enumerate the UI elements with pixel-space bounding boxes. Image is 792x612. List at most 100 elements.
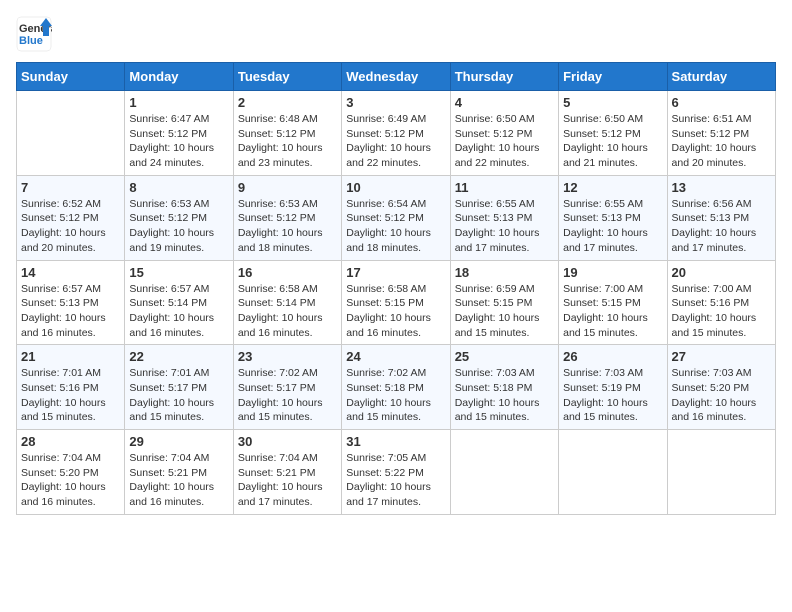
day-number: 11 bbox=[455, 180, 554, 195]
day-cell: 5 Sunrise: 6:50 AM Sunset: 5:12 PM Daylig… bbox=[559, 91, 667, 176]
day-cell: 16 Sunrise: 6:58 AM Sunset: 5:14 PM Dayli… bbox=[233, 260, 341, 345]
svg-text:Blue: Blue bbox=[19, 35, 43, 47]
day-cell: 29 Sunrise: 7:04 AM Sunset: 5:21 PM Dayli… bbox=[125, 430, 233, 515]
day-cell: 6 Sunrise: 6:51 AM Sunset: 5:12 PM Daylig… bbox=[667, 91, 775, 176]
day-info: Sunrise: 7:02 AM Sunset: 5:18 PM Dayligh… bbox=[346, 366, 445, 425]
day-cell bbox=[559, 430, 667, 515]
day-info: Sunrise: 7:04 AM Sunset: 5:20 PM Dayligh… bbox=[21, 451, 120, 510]
day-cell: 25 Sunrise: 7:03 AM Sunset: 5:18 PM Dayli… bbox=[450, 345, 558, 430]
day-cell: 4Sunrise: 6:50 AM Sunset: 5:12 PM Daylig… bbox=[450, 91, 558, 176]
day-number: 4 bbox=[455, 95, 554, 110]
day-number: 17 bbox=[346, 265, 445, 280]
day-number: 6 bbox=[672, 95, 771, 110]
day-number: 14 bbox=[21, 265, 120, 280]
day-number: 18 bbox=[455, 265, 554, 280]
day-cell: 17 Sunrise: 6:58 AM Sunset: 5:15 PM Dayli… bbox=[342, 260, 450, 345]
day-info: Sunrise: 7:02 AM Sunset: 5:17 PM Dayligh… bbox=[238, 366, 337, 425]
day-cell: 8 Sunrise: 6:53 AM Sunset: 5:12 PM Daylig… bbox=[125, 175, 233, 260]
day-info: Sunrise: 7:04 AM Sunset: 5:21 PM Dayligh… bbox=[238, 451, 337, 510]
day-number: 30 bbox=[238, 434, 337, 449]
header-row: SundayMondayTuesdayWednesdayThursdayFrid… bbox=[17, 63, 776, 91]
day-cell: 9 Sunrise: 6:53 AM Sunset: 5:12 PM Daylig… bbox=[233, 175, 341, 260]
day-info: Sunrise: 6:53 AM Sunset: 5:12 PM Dayligh… bbox=[129, 197, 228, 256]
day-cell: 20Sunrise: 7:00 AM Sunset: 5:16 PM Dayli… bbox=[667, 260, 775, 345]
day-cell: 15Sunrise: 6:57 AM Sunset: 5:14 PM Dayli… bbox=[125, 260, 233, 345]
day-info: Sunrise: 7:03 AM Sunset: 5:18 PM Dayligh… bbox=[455, 366, 554, 425]
day-info: Sunrise: 6:55 AM Sunset: 5:13 PM Dayligh… bbox=[455, 197, 554, 256]
day-info: Sunrise: 7:01 AM Sunset: 5:17 PM Dayligh… bbox=[129, 366, 228, 425]
day-info: Sunrise: 6:55 AM Sunset: 5:13 PM Dayligh… bbox=[563, 197, 662, 256]
day-cell: 1Sunrise: 6:47 AM Sunset: 5:12 PM Daylig… bbox=[125, 91, 233, 176]
day-cell: 14 Sunrise: 6:57 AM Sunset: 5:13 PM Dayli… bbox=[17, 260, 125, 345]
header-cell-sunday: Sunday bbox=[17, 63, 125, 91]
header-cell-tuesday: Tuesday bbox=[233, 63, 341, 91]
day-info: Sunrise: 6:48 AM Sunset: 5:12 PM Dayligh… bbox=[238, 112, 337, 171]
day-info: Sunrise: 6:52 AM Sunset: 5:12 PM Dayligh… bbox=[21, 197, 120, 256]
day-info: Sunrise: 7:01 AM Sunset: 5:16 PM Dayligh… bbox=[21, 366, 120, 425]
day-cell: 12 Sunrise: 6:55 AM Sunset: 5:13 PM Dayli… bbox=[559, 175, 667, 260]
day-number: 23 bbox=[238, 349, 337, 364]
week-row-2: 7 Sunrise: 6:52 AM Sunset: 5:12 PM Daylig… bbox=[17, 175, 776, 260]
header-cell-friday: Friday bbox=[559, 63, 667, 91]
week-row-5: 28Sunrise: 7:04 AM Sunset: 5:20 PM Dayli… bbox=[17, 430, 776, 515]
day-cell bbox=[667, 430, 775, 515]
day-cell: 30 Sunrise: 7:04 AM Sunset: 5:21 PM Dayli… bbox=[233, 430, 341, 515]
day-info: Sunrise: 7:05 AM Sunset: 5:22 PM Dayligh… bbox=[346, 451, 445, 510]
day-number: 7 bbox=[21, 180, 120, 195]
day-number: 24 bbox=[346, 349, 445, 364]
day-number: 1 bbox=[129, 95, 228, 110]
week-row-1: 1Sunrise: 6:47 AM Sunset: 5:12 PM Daylig… bbox=[17, 91, 776, 176]
day-cell: 7 Sunrise: 6:52 AM Sunset: 5:12 PM Daylig… bbox=[17, 175, 125, 260]
calendar-table: SundayMondayTuesdayWednesdayThursdayFrid… bbox=[16, 62, 776, 515]
day-cell bbox=[450, 430, 558, 515]
day-info: Sunrise: 6:59 AM Sunset: 5:15 PM Dayligh… bbox=[455, 282, 554, 341]
day-info: Sunrise: 7:04 AM Sunset: 5:21 PM Dayligh… bbox=[129, 451, 228, 510]
day-cell: 18 Sunrise: 6:59 AM Sunset: 5:15 PM Dayli… bbox=[450, 260, 558, 345]
day-cell: 21Sunrise: 7:01 AM Sunset: 5:16 PM Dayli… bbox=[17, 345, 125, 430]
day-number: 29 bbox=[129, 434, 228, 449]
day-cell: 22 Sunrise: 7:01 AM Sunset: 5:17 PM Dayli… bbox=[125, 345, 233, 430]
day-number: 16 bbox=[238, 265, 337, 280]
day-cell: 2 Sunrise: 6:48 AM Sunset: 5:12 PM Daylig… bbox=[233, 91, 341, 176]
header-cell-thursday: Thursday bbox=[450, 63, 558, 91]
day-number: 8 bbox=[129, 180, 228, 195]
day-cell: 24 Sunrise: 7:02 AM Sunset: 5:18 PM Dayli… bbox=[342, 345, 450, 430]
day-info: Sunrise: 7:03 AM Sunset: 5:20 PM Dayligh… bbox=[672, 366, 771, 425]
day-cell: 10Sunrise: 6:54 AM Sunset: 5:12 PM Dayli… bbox=[342, 175, 450, 260]
day-number: 9 bbox=[238, 180, 337, 195]
header-cell-monday: Monday bbox=[125, 63, 233, 91]
day-number: 15 bbox=[129, 265, 228, 280]
day-number: 31 bbox=[346, 434, 445, 449]
day-number: 22 bbox=[129, 349, 228, 364]
week-row-3: 14 Sunrise: 6:57 AM Sunset: 5:13 PM Dayli… bbox=[17, 260, 776, 345]
day-number: 5 bbox=[563, 95, 662, 110]
day-number: 25 bbox=[455, 349, 554, 364]
day-number: 12 bbox=[563, 180, 662, 195]
day-cell: 31 Sunrise: 7:05 AM Sunset: 5:22 PM Dayli… bbox=[342, 430, 450, 515]
day-cell: 3 Sunrise: 6:49 AM Sunset: 5:12 PM Daylig… bbox=[342, 91, 450, 176]
day-info: Sunrise: 6:58 AM Sunset: 5:15 PM Dayligh… bbox=[346, 282, 445, 341]
logo-svg: General Blue bbox=[16, 16, 52, 52]
day-number: 19 bbox=[563, 265, 662, 280]
day-info: Sunrise: 7:03 AM Sunset: 5:19 PM Dayligh… bbox=[563, 366, 662, 425]
header-cell-saturday: Saturday bbox=[667, 63, 775, 91]
day-cell: 13Sunrise: 6:56 AM Sunset: 5:13 PM Dayli… bbox=[667, 175, 775, 260]
day-cell: 26Sunrise: 7:03 AM Sunset: 5:19 PM Dayli… bbox=[559, 345, 667, 430]
day-number: 2 bbox=[238, 95, 337, 110]
day-number: 13 bbox=[672, 180, 771, 195]
day-info: Sunrise: 6:53 AM Sunset: 5:12 PM Dayligh… bbox=[238, 197, 337, 256]
day-cell: 27Sunrise: 7:03 AM Sunset: 5:20 PM Dayli… bbox=[667, 345, 775, 430]
day-cell: 28Sunrise: 7:04 AM Sunset: 5:20 PM Dayli… bbox=[17, 430, 125, 515]
day-cell: 11 Sunrise: 6:55 AM Sunset: 5:13 PM Dayli… bbox=[450, 175, 558, 260]
calendar-body: 1Sunrise: 6:47 AM Sunset: 5:12 PM Daylig… bbox=[17, 91, 776, 515]
day-cell: 19 Sunrise: 7:00 AM Sunset: 5:15 PM Dayli… bbox=[559, 260, 667, 345]
day-info: Sunrise: 6:50 AM Sunset: 5:12 PM Dayligh… bbox=[563, 112, 662, 171]
day-info: Sunrise: 7:00 AM Sunset: 5:15 PM Dayligh… bbox=[563, 282, 662, 341]
day-info: Sunrise: 6:51 AM Sunset: 5:12 PM Dayligh… bbox=[672, 112, 771, 171]
day-number: 3 bbox=[346, 95, 445, 110]
day-info: Sunrise: 6:57 AM Sunset: 5:13 PM Dayligh… bbox=[21, 282, 120, 341]
day-info: Sunrise: 6:49 AM Sunset: 5:12 PM Dayligh… bbox=[346, 112, 445, 171]
day-cell bbox=[17, 91, 125, 176]
day-info: Sunrise: 6:58 AM Sunset: 5:14 PM Dayligh… bbox=[238, 282, 337, 341]
page-header: General Blue bbox=[16, 16, 776, 52]
